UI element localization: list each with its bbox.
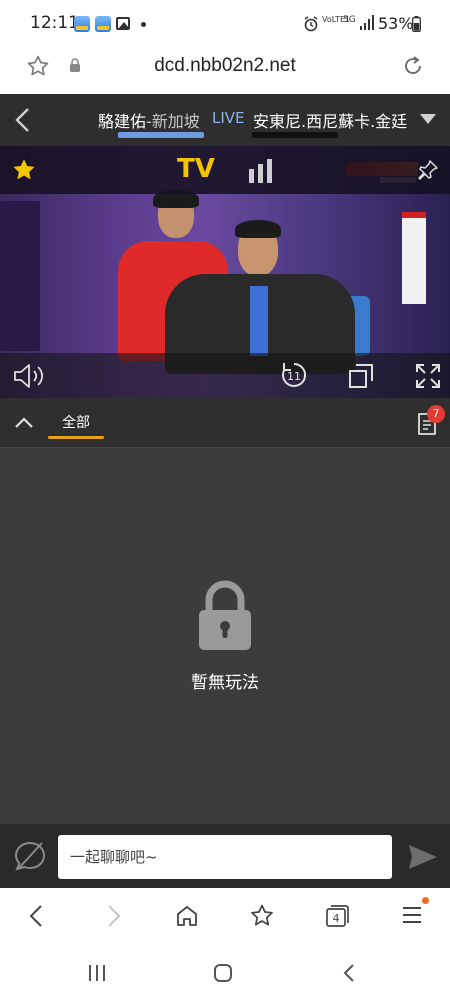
video-bottom-controls xyxy=(0,353,450,398)
tab-all[interactable]: 全部 xyxy=(62,412,90,432)
player-a-indicator xyxy=(118,132,204,138)
tab-active-indicator xyxy=(48,436,104,439)
tab-count: 4 xyxy=(333,912,340,925)
empty-state-message: 暫無玩法 xyxy=(191,673,259,693)
menu-icon[interactable] xyxy=(402,906,422,924)
replay-seconds: 11 xyxy=(287,370,301,383)
image-notification-icon xyxy=(116,17,130,30)
video-person-hair xyxy=(235,220,281,238)
volume-icon[interactable] xyxy=(12,362,44,390)
reload-icon[interactable] xyxy=(400,53,426,79)
chat-disabled-icon[interactable] xyxy=(13,840,47,872)
alarm-icon xyxy=(304,16,318,32)
tv-mode-label[interactable]: TV xyxy=(177,154,215,184)
browser-forward-icon[interactable] xyxy=(106,904,122,928)
network-5g-label: 5G xyxy=(343,15,356,25)
home-button-icon[interactable] xyxy=(213,963,233,983)
recent-apps-icon[interactable] xyxy=(87,964,107,982)
video-top-controls xyxy=(0,146,450,194)
system-back-icon[interactable] xyxy=(342,963,356,983)
app-notification-icon xyxy=(95,16,111,32)
bet-category-tabs: 全部 xyxy=(0,398,450,448)
app-notification-icon xyxy=(74,16,90,32)
replay-icon[interactable]: 11 xyxy=(279,360,309,390)
browser-back-icon[interactable] xyxy=(28,904,44,928)
dropdown-arrow-icon[interactable] xyxy=(419,113,437,125)
chat-input[interactable] xyxy=(58,835,392,879)
browser-url-bar: dcd.nbb02n2.net xyxy=(0,46,450,94)
video-lanyard xyxy=(250,286,268,356)
event-banner xyxy=(402,212,426,304)
status-time: 12:11 xyxy=(30,13,79,33)
pin-icon[interactable] xyxy=(416,158,440,182)
empty-state: 暫無玩法 xyxy=(0,448,450,824)
system-navigation-bar xyxy=(0,944,450,1000)
player-a-name: 駱建佑 xyxy=(98,112,147,131)
home-icon[interactable] xyxy=(175,904,199,928)
match-header: 駱建佑-新加坡 LIVE 安東尼.西尼蘇卡.金廷 xyxy=(0,94,450,146)
signal-icon xyxy=(360,15,374,30)
send-icon[interactable] xyxy=(408,844,438,870)
player-b-indicator xyxy=(252,132,338,138)
fullscreen-icon[interactable] xyxy=(415,363,441,389)
tabs-icon[interactable]: 4 xyxy=(324,903,350,929)
menu-notification-dot xyxy=(422,897,429,904)
stats-chart-icon[interactable] xyxy=(247,159,275,183)
bookmarks-star-icon[interactable] xyxy=(249,903,275,929)
chat-bar xyxy=(0,824,450,888)
status-bar: 12:11 VoLTE1 5G 53% xyxy=(0,0,450,46)
battery-percentage: 53% xyxy=(378,14,414,33)
player-a-country: -新加坡 xyxy=(146,112,200,131)
video-wall-panel xyxy=(0,201,40,351)
picture-in-picture-icon[interactable] xyxy=(348,363,374,389)
notification-badge: 7 xyxy=(427,405,445,423)
back-arrow-icon[interactable] xyxy=(12,107,34,133)
lock-icon xyxy=(199,580,251,650)
browser-toolbar: 4 xyxy=(0,888,450,944)
player-a-team[interactable]: 駱建佑-新加坡 xyxy=(98,108,200,132)
player-b-name[interactable]: 安東尼.西尼蘇卡.金廷 xyxy=(253,108,407,132)
favorite-star-icon[interactable] xyxy=(10,157,38,183)
battery-icon xyxy=(412,16,421,32)
more-notifications-icon xyxy=(141,22,146,27)
collapse-chevron-icon[interactable] xyxy=(14,416,34,429)
url-text[interactable]: dcd.nbb02n2.net xyxy=(0,55,450,77)
live-video-player[interactable]: TV 11 xyxy=(0,146,450,398)
live-label: LIVE xyxy=(212,109,245,127)
